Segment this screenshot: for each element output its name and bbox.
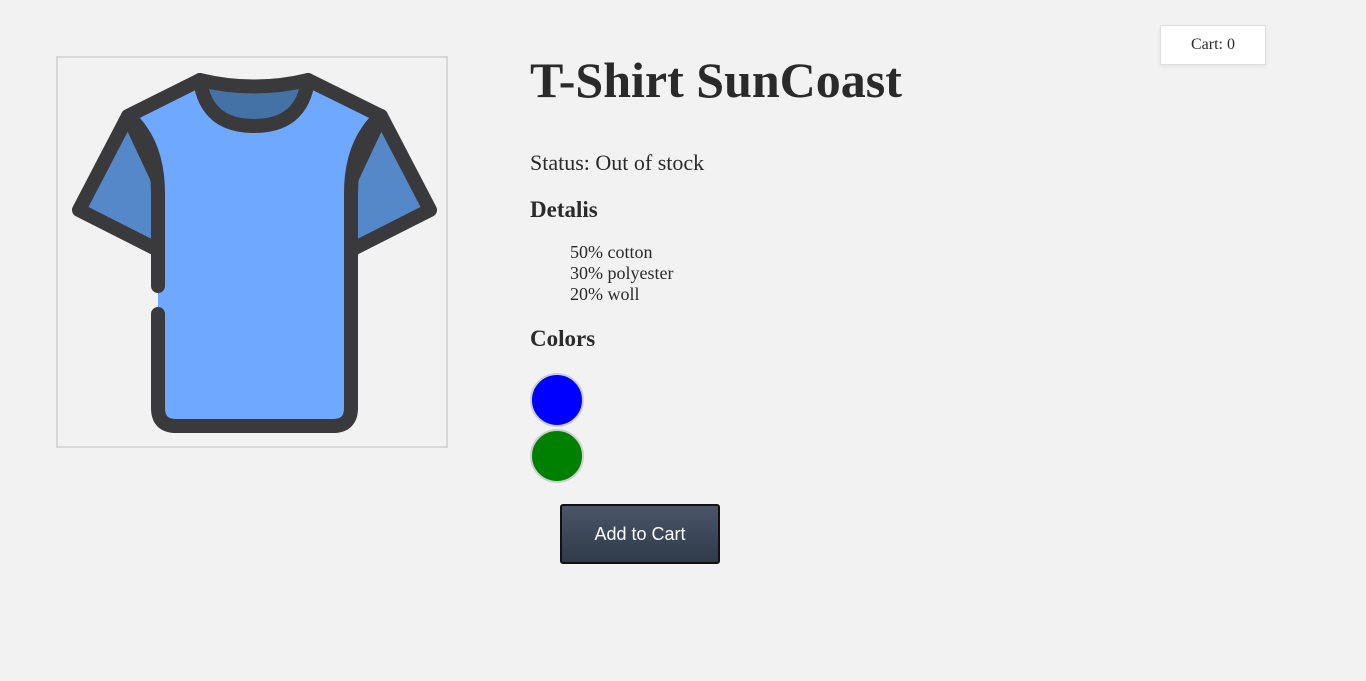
details-heading: Detalis xyxy=(530,197,598,222)
color-swatch-green[interactable] xyxy=(530,429,584,483)
color-swatches xyxy=(530,373,1130,483)
t-shirt-icon xyxy=(72,73,437,433)
cart-indicator[interactable]: Cart: 0 xyxy=(1160,25,1266,65)
add-to-cart-button[interactable]: Add to Cart xyxy=(560,504,720,564)
colors-heading: Colors xyxy=(530,326,596,351)
detail-item: 30% polyester xyxy=(570,263,674,283)
product-image xyxy=(56,56,448,448)
product-title: T-Shirt SunCoast xyxy=(530,52,902,108)
details-list: 50% cotton 30% polyester 20% woll xyxy=(570,242,1130,305)
detail-item: 50% cotton xyxy=(570,242,653,262)
product-info: T-Shirt SunCoast Status: Out of stock De… xyxy=(530,48,1130,485)
color-swatch-blue[interactable] xyxy=(530,373,584,427)
stock-status: Status: Out of stock xyxy=(530,150,705,175)
detail-item: 20% woll xyxy=(570,284,640,304)
